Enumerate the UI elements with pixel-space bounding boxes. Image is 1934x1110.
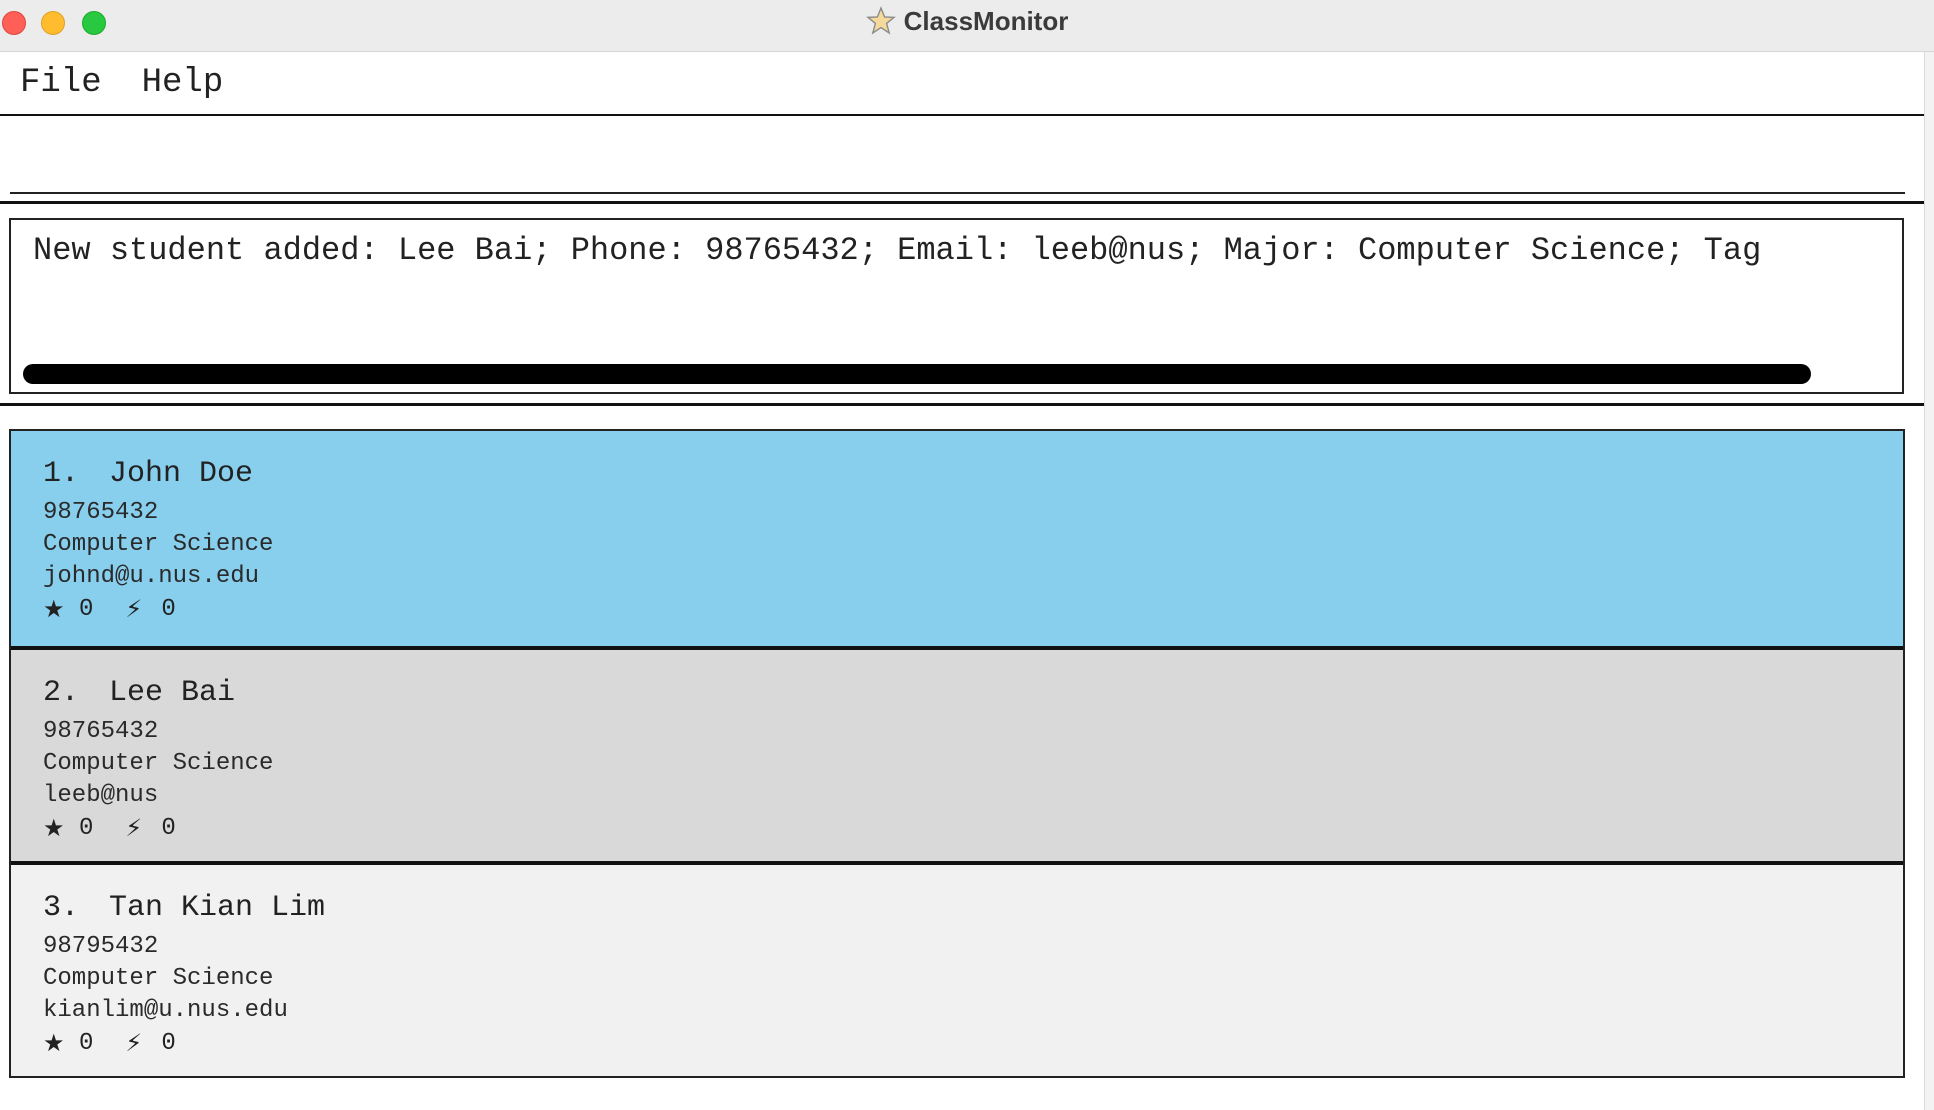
- command-input[interactable]: [10, 124, 1905, 194]
- result-panel: New student added: Lee Bai; Phone: 98765…: [0, 206, 1924, 406]
- student-phone: 98795432: [43, 933, 159, 960]
- star-count: 0: [79, 814, 94, 842]
- window-title: ClassMonitor: [903, 5, 1069, 36]
- student-card[interactable]: 3. Tan Kian Lim 98795432 Computer Scienc…: [11, 861, 1903, 1076]
- lightning-icon: ⚡: [125, 814, 143, 842]
- command-area: [0, 114, 1924, 204]
- student-major: Computer Science: [43, 531, 274, 558]
- student-phone: 98765432: [43, 499, 159, 526]
- student-stats: ★ 0 ⚡ 0: [43, 1027, 1903, 1059]
- star-count: 0: [79, 1029, 94, 1057]
- student-name-row: 3. Tan Kian Lim: [43, 891, 1903, 931]
- bolt-count: 0: [161, 595, 176, 623]
- student-major: Computer Science: [43, 750, 274, 777]
- student-index: 3.: [43, 891, 80, 925]
- student-index: 1.: [43, 457, 80, 491]
- student-email: kianlim@u.nus.edu: [43, 997, 288, 1024]
- student-name: Lee Bai: [109, 676, 236, 710]
- student-major: Computer Science: [43, 965, 274, 992]
- student-email: leeb@nus: [43, 782, 159, 809]
- student-name-row: 1. John Doe: [43, 457, 1903, 497]
- star-icon: ★: [43, 1029, 65, 1057]
- student-phone: 98765432: [43, 718, 159, 745]
- menu-file[interactable]: File: [20, 64, 102, 102]
- student-list: 1. John Doe 98765432 Computer Science jo…: [9, 429, 1905, 1078]
- student-name: John Doe: [109, 457, 254, 491]
- student-name: Tan Kian Lim: [109, 891, 326, 925]
- bolt-count: 0: [161, 814, 176, 842]
- star-icon: ★: [43, 595, 65, 623]
- result-message: New student added: Lee Bai; Phone: 98765…: [33, 232, 1762, 269]
- result-display: New student added: Lee Bai; Phone: 98765…: [9, 218, 1904, 394]
- window-right-edge: [1924, 52, 1934, 1110]
- student-email: johnd@u.nus.edu: [43, 563, 260, 590]
- menu-bar: File Help: [0, 52, 1924, 114]
- student-card[interactable]: 2. Lee Bai 98765432 Computer Science lee…: [11, 646, 1903, 861]
- bolt-count: 0: [161, 1029, 176, 1057]
- student-stats: ★ 0 ⚡ 0: [43, 593, 1903, 625]
- horizontal-scrollbar[interactable]: [23, 364, 1811, 384]
- lightning-icon: ⚡: [125, 1029, 143, 1057]
- student-index: 2.: [43, 676, 80, 710]
- star-icon: [865, 6, 896, 35]
- star-count: 0: [79, 595, 94, 623]
- window-title-wrap: ClassMonitor: [0, 0, 1934, 42]
- star-icon: ★: [43, 814, 65, 842]
- title-bar: ClassMonitor: [0, 0, 1934, 52]
- student-card[interactable]: 1. John Doe 98765432 Computer Science jo…: [11, 431, 1903, 646]
- menu-help[interactable]: Help: [142, 64, 224, 102]
- lightning-icon: ⚡: [125, 595, 143, 623]
- student-name-row: 2. Lee Bai: [43, 676, 1903, 716]
- student-stats: ★ 0 ⚡ 0: [43, 812, 1903, 844]
